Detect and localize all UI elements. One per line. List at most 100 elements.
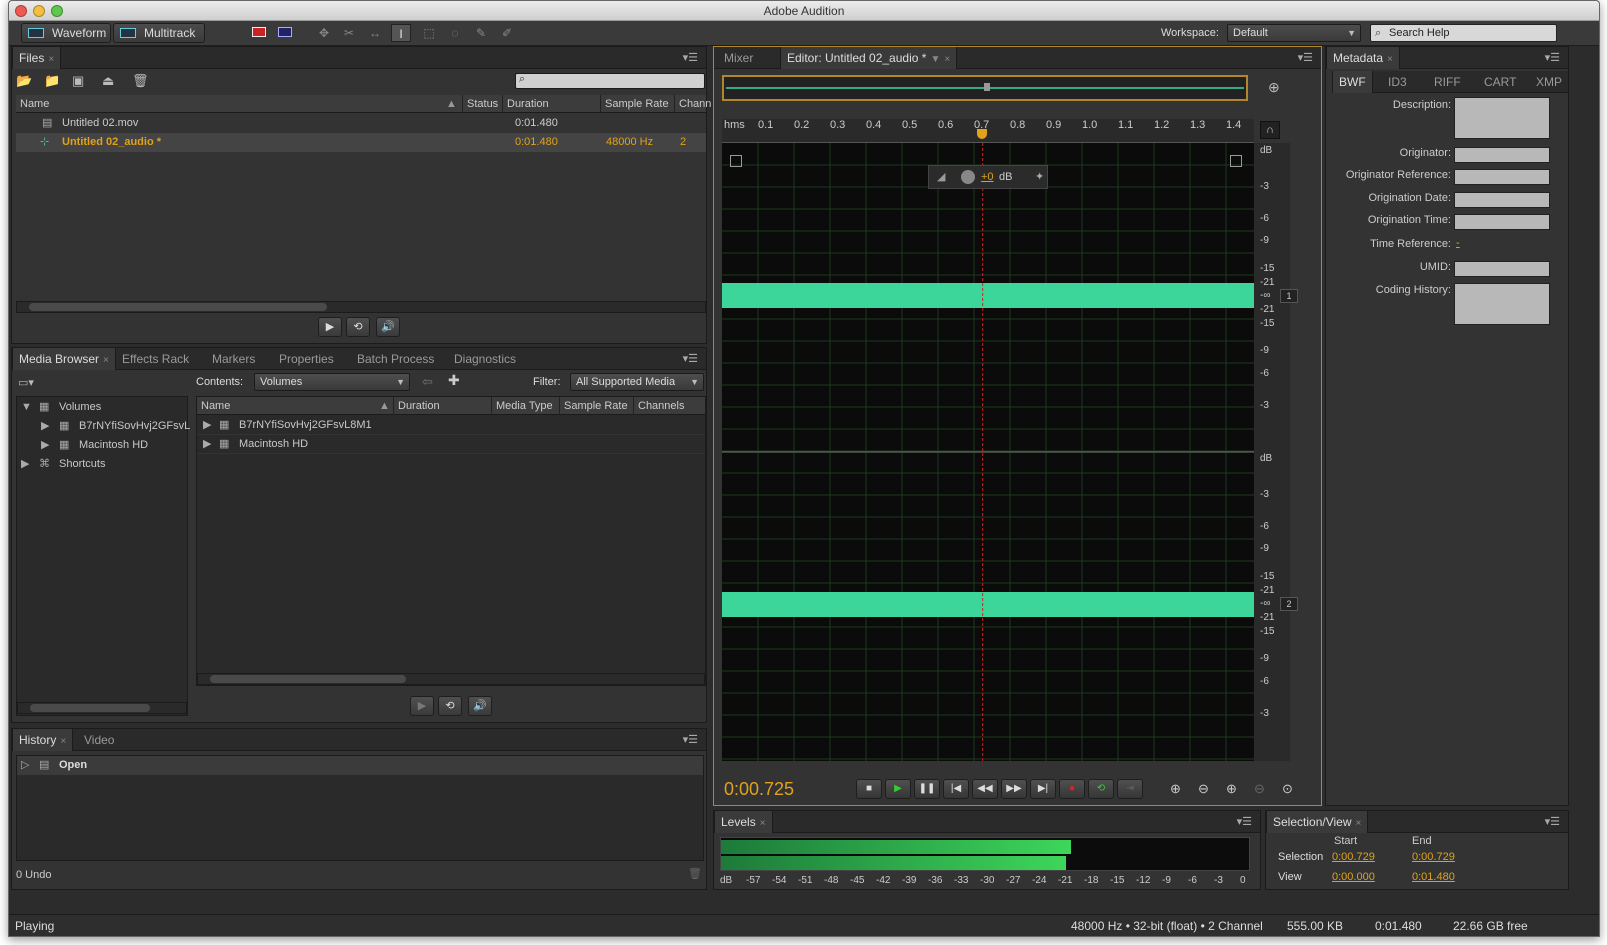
waveform-display[interactable]: ◢ +0 dB ✦ (722, 143, 1254, 761)
overview-bar[interactable] (722, 75, 1248, 101)
close-icon[interactable]: × (944, 54, 950, 65)
spot-healing-icon[interactable]: ✐ (497, 24, 517, 42)
record-button[interactable]: ● (1059, 779, 1085, 799)
close-icon[interactable]: × (48, 54, 54, 65)
brush-tool-icon[interactable]: ✎ (471, 24, 491, 42)
tab-metadata[interactable]: Metadata × (1326, 47, 1400, 69)
playhead-handle[interactable] (977, 129, 987, 139)
autoplay-button[interactable]: 🔊 (468, 696, 492, 716)
panel-menu-icon[interactable]: ▾☰ (683, 733, 698, 746)
skip-back-button[interactable]: |◀ (943, 779, 969, 799)
channel-2-badge[interactable]: 2 (1280, 597, 1298, 611)
tree-item-volume[interactable]: ▶ ▦ B7rNYfiSovHvj2GFsvL (17, 417, 190, 436)
headphones-icon[interactable]: ∩ (1260, 121, 1280, 139)
hud-gain[interactable]: ◢ +0 dB ✦ (928, 165, 1048, 189)
filter-select[interactable]: All Supported Media ▼ (570, 373, 704, 391)
origination-time-field[interactable] (1454, 214, 1550, 230)
tab-markers[interactable]: Markers (206, 348, 261, 370)
tab-batch-process[interactable]: Batch Process (351, 348, 440, 370)
zoom-in-time-icon[interactable]: ⊕ (1226, 781, 1237, 797)
file-row[interactable]: ▤ Untitled 02.mov 0:01.480 (16, 114, 706, 133)
play-button[interactable]: ▶ (410, 696, 434, 716)
drive-menu-icon[interactable]: ▭▾ (18, 376, 34, 389)
panel-menu-icon[interactable]: ▾☰ (683, 51, 698, 64)
tab-files[interactable]: Files × (12, 47, 62, 69)
tab-selection-view[interactable]: Selection/View × (1266, 811, 1369, 833)
workspace-select[interactable]: Default ▼ (1227, 24, 1361, 42)
spectral-pitch-icon[interactable] (275, 24, 295, 42)
tree-item-macintosh-hd[interactable]: ▶ ▦ Macintosh HD (17, 436, 187, 455)
move-tool-icon[interactable]: ✥ (314, 24, 334, 42)
slip-tool-icon[interactable]: ↔ (365, 24, 385, 42)
minimize-window-button[interactable] (33, 5, 45, 17)
rewind-button[interactable]: ◀◀ (972, 779, 998, 799)
fade-out-handle[interactable] (1230, 155, 1242, 167)
subtab-cart[interactable]: CART (1478, 71, 1522, 93)
zoom-out-time-icon[interactable]: ⊖ (1254, 781, 1265, 797)
close-icon[interactable]: × (60, 736, 66, 747)
subtab-riff[interactable]: RIFF (1428, 71, 1467, 93)
gain-knob[interactable] (961, 170, 975, 184)
waveform-button[interactable]: Waveform (21, 23, 111, 43)
subtab-xmp[interactable]: XMP (1530, 71, 1568, 93)
panel-menu-icon[interactable]: ▾☰ (683, 352, 698, 365)
umid-field[interactable] (1454, 261, 1550, 277)
files-search-input[interactable]: ⌕ (515, 73, 705, 89)
import-icon[interactable]: 📁 (44, 73, 60, 89)
description-field[interactable] (1454, 97, 1550, 139)
selection-start[interactable]: 0:00.729 (1332, 851, 1375, 863)
trash-icon[interactable]: 🗑 (132, 73, 149, 89)
panel-menu-icon[interactable]: ▾☰ (1298, 51, 1313, 64)
search-help-input[interactable]: ⌕ Search Help (1370, 24, 1557, 42)
tab-editor[interactable]: Editor: Untitled 02_audio * ▼ × (780, 47, 958, 69)
media-row[interactable]: ▶ ▦ B7rNYfiSovHvj2GFsvL8M1 (197, 416, 705, 435)
close-icon[interactable]: × (1356, 818, 1362, 829)
tab-video[interactable]: Video (78, 729, 120, 751)
panel-menu-icon[interactable]: ▾☰ (1237, 815, 1252, 828)
panel-menu-icon[interactable]: ▾☰ (1545, 51, 1560, 64)
marquee-tool-icon[interactable]: ⬚ (419, 24, 439, 42)
autoplay-button[interactable]: 🔊 (376, 317, 400, 337)
view-start[interactable]: 0:00.000 (1332, 871, 1375, 883)
file-row-selected[interactable]: ⊹ Untitled 02_audio * 0:01.480 48000 Hz … (16, 133, 706, 152)
history-item[interactable]: ▷ ▤ Open (17, 756, 703, 775)
zoom-window-button[interactable] (51, 5, 63, 17)
channel-1-badge[interactable]: 1 (1280, 289, 1298, 303)
fade-in-handle[interactable] (730, 155, 742, 167)
tab-mixer[interactable]: Mixer (718, 47, 759, 69)
close-icon[interactable]: × (1387, 54, 1393, 65)
tab-diagnostics[interactable]: Diagnostics (448, 348, 522, 370)
tree-item-shortcuts[interactable]: ▶ ⌘ Shortcuts (17, 455, 187, 474)
tree-scrollbar[interactable] (17, 702, 187, 714)
tab-media-browser[interactable]: Media Browser × (12, 348, 116, 370)
new-file-icon[interactable]: ▣ (72, 73, 84, 89)
media-row[interactable]: ▶ ▦ Macintosh HD (197, 435, 705, 454)
zoom-to-fit-icon[interactable]: ⊕ (1268, 79, 1280, 96)
close-icon[interactable]: × (760, 818, 766, 829)
play-button[interactable]: ▶ (885, 779, 911, 799)
razor-tool-icon[interactable]: ✂ (339, 24, 359, 42)
tab-properties[interactable]: Properties (273, 348, 340, 370)
tree-item-volumes[interactable]: ▼ ▦ Volumes (17, 398, 187, 417)
skip-forward-button[interactable]: ▶| (1030, 779, 1056, 799)
media-scrollbar[interactable] (197, 673, 705, 685)
originator-reference-field[interactable] (1454, 169, 1550, 185)
stop-button[interactable]: ■ (856, 779, 882, 799)
play-button[interactable]: ▶ (318, 317, 342, 337)
loop-button[interactable]: ⟲ (346, 317, 370, 337)
panel-menu-icon[interactable]: ▾☰ (1545, 815, 1560, 828)
time-selection-tool-icon[interactable]: I (391, 24, 411, 42)
tab-history[interactable]: History × (12, 729, 74, 751)
time-reference-value[interactable]: - (1456, 237, 1460, 249)
subtab-id3[interactable]: ID3 (1382, 71, 1413, 93)
back-arrow-icon[interactable]: ⇦ (422, 374, 433, 390)
tab-levels[interactable]: Levels × (714, 811, 773, 833)
zoom-in-amplitude-icon[interactable]: ⊕ (1170, 781, 1181, 797)
time-ruler[interactable]: hms 0.1 0.2 0.3 0.4 0.5 0.6 0.7 0.8 0.9 1.0 1.1 1.2… (722, 119, 1254, 143)
add-shortcut-icon[interactable]: ✚ (448, 372, 460, 389)
selection-end[interactable]: 0:00.729 (1412, 851, 1455, 863)
pin-icon[interactable]: ✦ (1035, 166, 1044, 188)
insert-icon[interactable]: ⏏ (102, 73, 114, 89)
close-icon[interactable]: × (103, 355, 109, 366)
loop-button[interactable]: ⟲ (1088, 779, 1114, 799)
